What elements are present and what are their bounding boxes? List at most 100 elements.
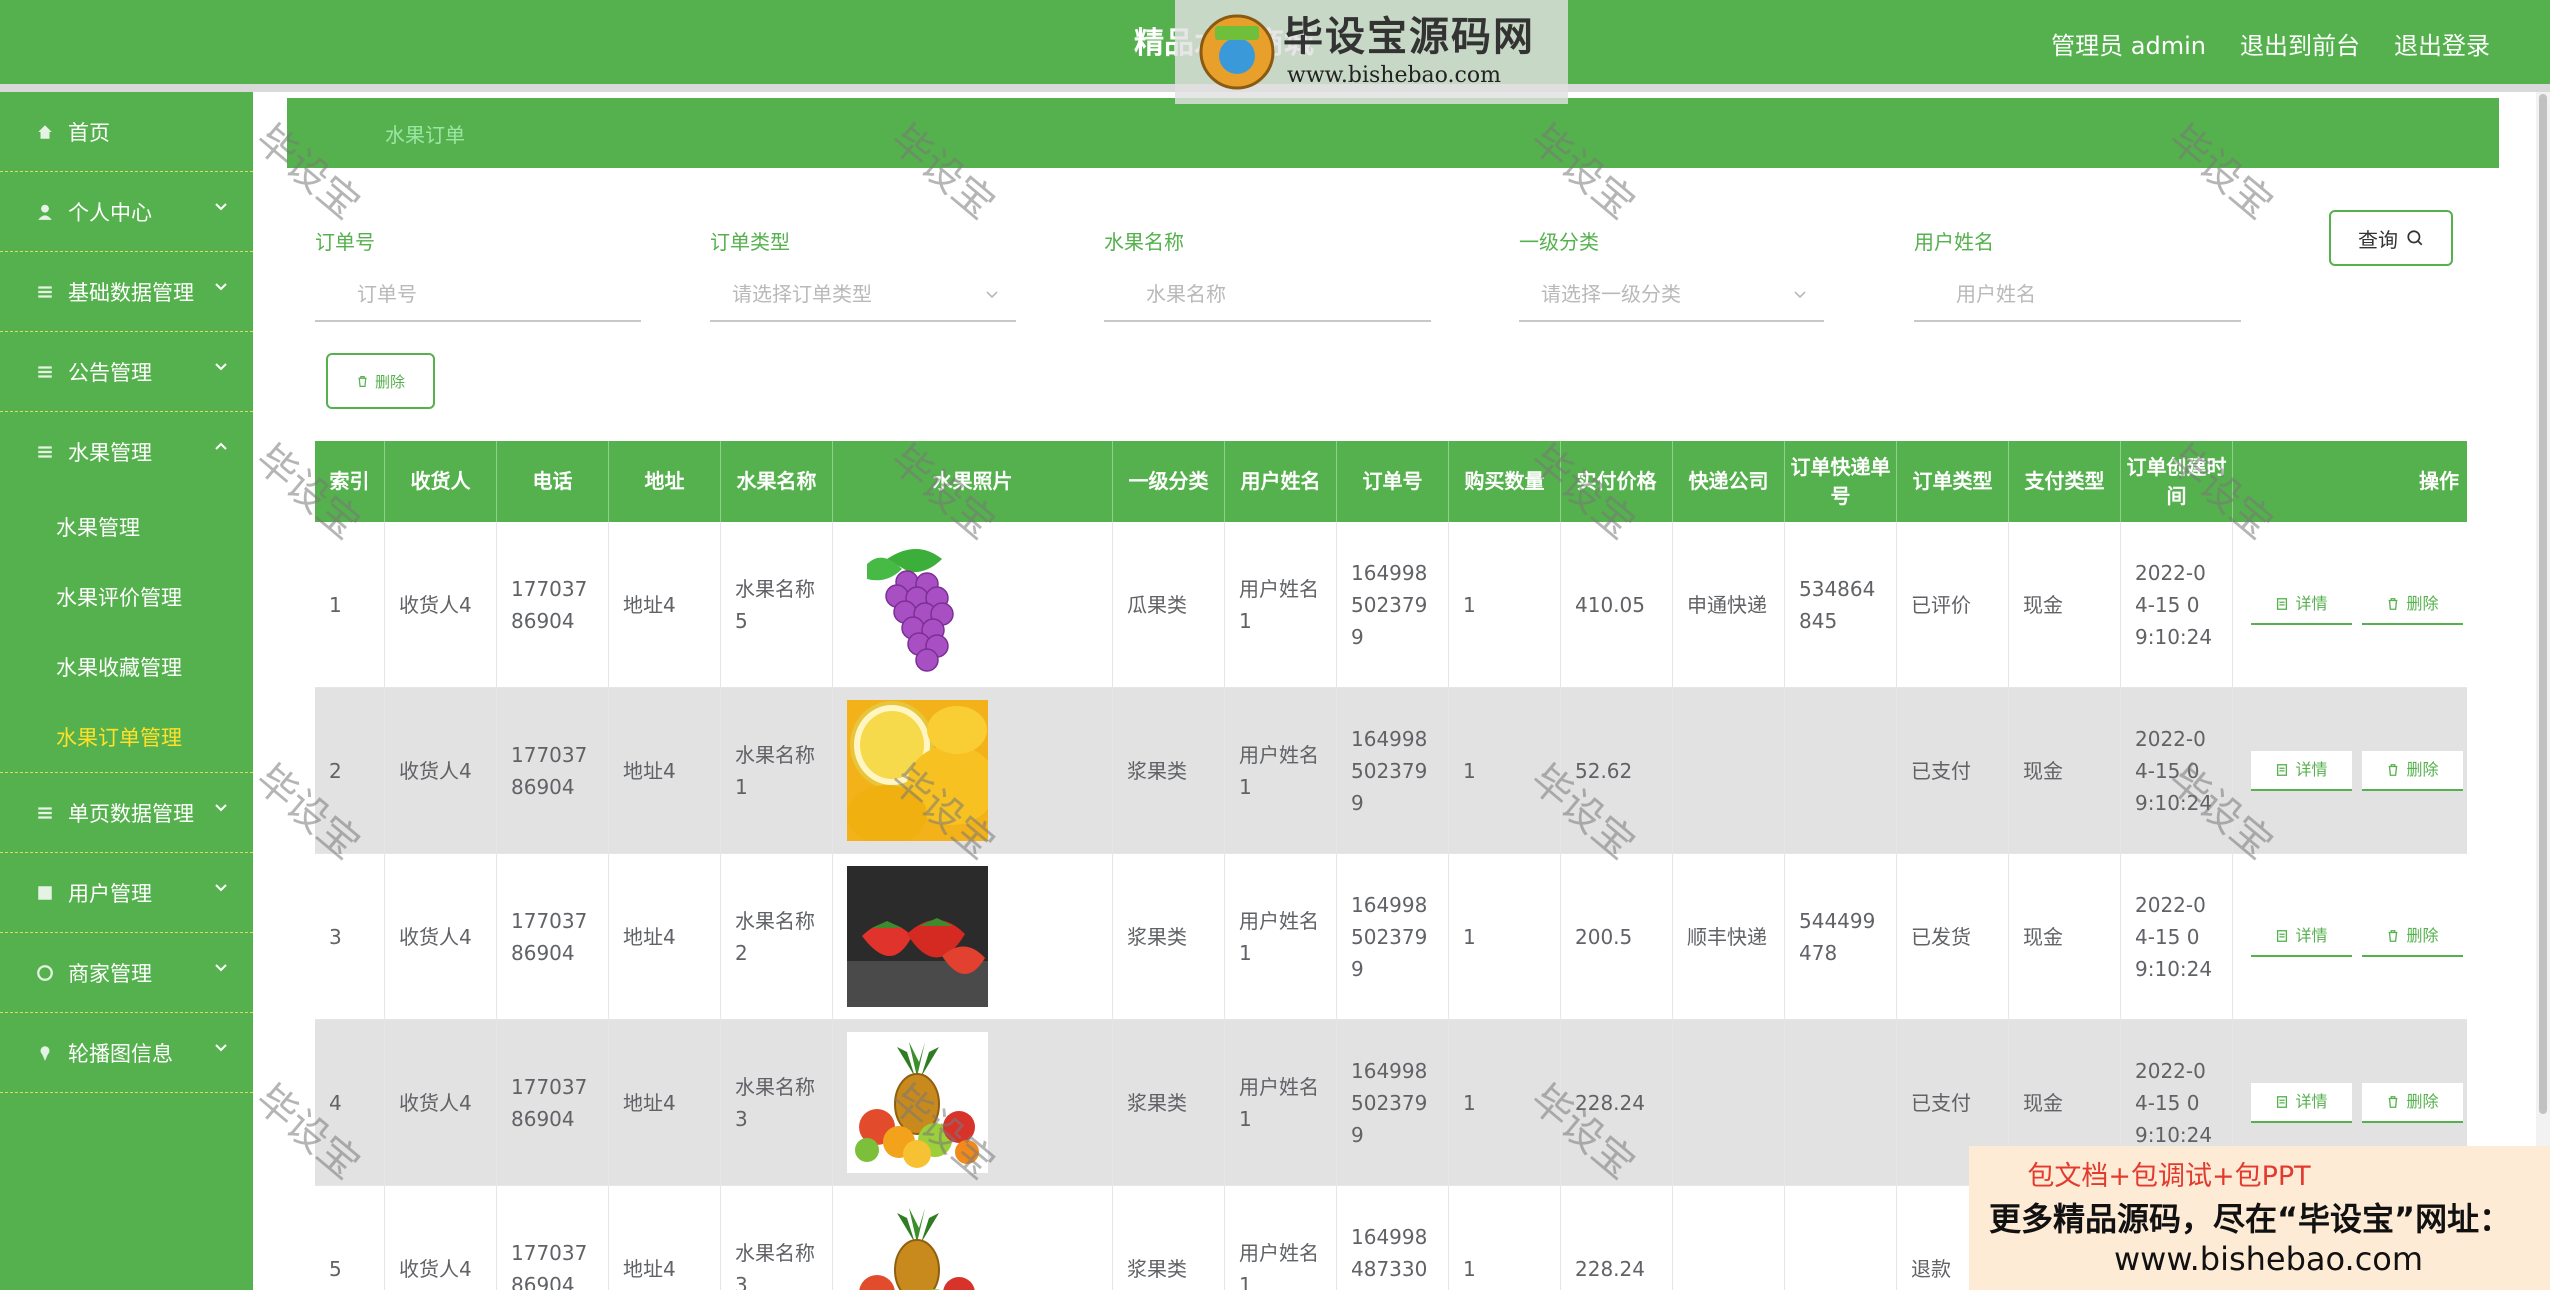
row-actions: 详情 删除 <box>2233 750 2463 791</box>
col-header: 水果名称 <box>721 441 833 522</box>
sidebar-subitem-fruit-review[interactable]: 水果评价管理 <box>0 562 253 632</box>
table-cell-phone: 17703786904 <box>497 854 609 1019</box>
scrollbar-thumb[interactable] <box>2539 94 2547 1114</box>
sidebar-subitem-fruit[interactable]: 水果管理 <box>0 492 253 562</box>
order-type-select[interactable]: 请选择订单类型 <box>710 264 1016 322</box>
query-button[interactable]: 查询 <box>2329 210 2453 266</box>
table-cell-index: 1 <box>315 522 385 687</box>
table-cell-phone: 17703786904 <box>497 1020 609 1185</box>
table-cell-index: 4 <box>315 1020 385 1185</box>
detail-button[interactable]: 详情 <box>2251 750 2352 791</box>
sidebar-item-carousel[interactable]: 轮播图信息 <box>0 1013 253 1093</box>
table-cell-price: 228.24 <box>1561 1186 1673 1290</box>
table-cell-fruit: 水果名称1 <box>721 688 833 853</box>
row-actions: 详情 删除 <box>2233 584 2463 625</box>
table-row: 2 收货人4 17703786904 地址4 水果名称1 浆果类 用户姓名1 16499850… <box>315 688 2467 854</box>
sidebar-item-merchant[interactable]: 商家管理 <box>0 933 253 1013</box>
fruit-name-label: 水果名称 <box>1104 230 1184 254</box>
table-cell-qty: 1 <box>1449 1020 1561 1185</box>
grid-icon <box>36 884 54 902</box>
watermark-logo-text: 毕设宝源码网 www.bishebao.com <box>1277 17 1535 88</box>
sidebar-item-profile[interactable]: 个人中心 <box>0 172 253 252</box>
table-cell-type: 已评价 <box>1897 522 2009 687</box>
table-cell-type: 已发货 <box>1897 854 2009 1019</box>
col-header: 操作 <box>2419 469 2459 493</box>
col-header: 收货人 <box>385 441 497 522</box>
sidebar-item-users[interactable]: 用户管理 <box>0 853 253 933</box>
table-cell-user: 用户姓名1 <box>1225 1020 1337 1185</box>
sidebar-item-fruit[interactable]: 水果管理 <box>0 412 253 492</box>
table-cell-qty: 1 <box>1449 1186 1561 1290</box>
sidebar-item-basic-data[interactable]: 基础数据管理 <box>0 252 253 332</box>
table-cell-address: 地址4 <box>609 1186 721 1290</box>
logout-link[interactable]: 退出登录 <box>2394 26 2490 61</box>
table-cell-price: 228.24 <box>1561 1020 1673 1185</box>
fruit-photo <box>847 1198 988 1290</box>
sidebar-item-label: 轮播图信息 <box>68 1041 173 1066</box>
sidebar-item-label: 个人中心 <box>68 200 152 225</box>
chevron-down-icon <box>215 884 227 892</box>
back-to-front-link[interactable]: 退出到前台 <box>2240 26 2360 61</box>
sidebar-item-notice[interactable]: 公告管理 <box>0 332 253 412</box>
table-cell-price: 410.05 <box>1561 522 1673 687</box>
fruit-name-input[interactable]: 水果名称 <box>1104 264 1431 322</box>
category-select[interactable]: 请选择一级分类 <box>1519 264 1824 322</box>
promo-line-3: www.bishebao.com <box>2114 1240 2424 1278</box>
table-cell-category: 瓜果类 <box>1113 522 1225 687</box>
table-cell-phone: 17703786904 <box>497 688 609 853</box>
breadcrumb-current: 水果订单 <box>385 122 465 147</box>
table-cell-category: 浆果类 <box>1113 688 1225 853</box>
order-type-label: 订单类型 <box>710 230 790 254</box>
category-label: 一级分类 <box>1519 230 1599 254</box>
table-cell-index: 3 <box>315 854 385 1019</box>
user-name-input[interactable]: 用户姓名 <box>1914 264 2241 322</box>
table-header: 索引 收货人 电话 地址 水果名称 水果照片 一级分类 用户姓名 订单号 购买数… <box>315 441 2467 522</box>
table-cell-order-no: 1649985023799 <box>1337 688 1449 853</box>
sidebar-item-label: 公告管理 <box>68 360 152 385</box>
detail-button[interactable]: 详情 <box>2251 584 2352 625</box>
document-icon <box>2277 1095 2288 1108</box>
table-cell-price: 200.5 <box>1561 854 1673 1019</box>
row-actions: 详情 删除 <box>2233 916 2463 957</box>
table-cell-address: 地址4 <box>609 854 721 1019</box>
col-header: 订单创建时间 <box>2121 441 2233 522</box>
list-icon <box>36 443 54 461</box>
chevron-down-icon <box>215 1044 227 1052</box>
table-cell-order-no: 1649985023799 <box>1337 854 1449 1019</box>
delete-button-label: 删除 <box>2406 593 2439 613</box>
page-scrollbar[interactable] <box>2536 92 2550 1290</box>
sidebar-item-home[interactable]: 首页 <box>0 92 253 172</box>
document-icon <box>2277 597 2288 610</box>
batch-delete-button[interactable]: 删除 <box>326 353 435 409</box>
delete-button[interactable]: 删除 <box>2362 916 2463 957</box>
delete-button[interactable]: 删除 <box>2362 750 2463 791</box>
delete-button-label: 删除 <box>2406 925 2439 945</box>
table-cell-time: 2022-04-15 09:10:24 <box>2121 854 2233 1019</box>
sidebar-item-single-page[interactable]: 单页数据管理 <box>0 773 253 853</box>
col-header: 订单号 <box>1337 441 1449 522</box>
promo-banner: 包文档+包调试+包PPT 更多精品源码，尽在“毕设宝”网址： www.bishe… <box>1969 1146 2550 1290</box>
delete-button[interactable]: 删除 <box>2362 584 2463 625</box>
sidebar: 首页 个人中心 基础数据管理 公告管理 水果管理 水果管理 水果评价管理 水果收… <box>0 92 253 1290</box>
table-cell-address: 地址4 <box>609 688 721 853</box>
sidebar-subitem-fruit-favorite[interactable]: 水果收藏管理 <box>0 632 253 702</box>
table-cell-fruit: 水果名称2 <box>721 854 833 1019</box>
fruit-photo-cell <box>833 1020 1113 1185</box>
sidebar-item-label: 首页 <box>68 120 110 145</box>
detail-button[interactable]: 详情 <box>2251 1082 2352 1123</box>
col-header: 电话 <box>497 441 609 522</box>
delete-button[interactable]: 删除 <box>2362 1082 2463 1123</box>
promo-line-2: 更多精品源码，尽在“毕设宝”网址： <box>1989 1200 2512 1238</box>
table-cell-courier: 申通快递 <box>1673 522 1785 687</box>
table-cell-receiver: 收货人4 <box>385 1020 497 1185</box>
detail-button[interactable]: 详情 <box>2251 916 2352 957</box>
col-header: 索引 <box>315 441 385 522</box>
order-no-input[interactable]: 订单号 <box>315 264 641 322</box>
circle-icon <box>36 964 54 982</box>
fruit-photo-cell <box>833 522 1113 687</box>
chevron-up-icon <box>215 442 227 450</box>
chevron-down-icon <box>1794 291 1806 299</box>
table-cell-receiver: 收货人4 <box>385 522 497 687</box>
fruit-submenu: 水果管理 水果评价管理 水果收藏管理 水果订单管理 <box>0 492 253 773</box>
sidebar-subitem-fruit-order[interactable]: 水果订单管理 <box>0 702 253 772</box>
